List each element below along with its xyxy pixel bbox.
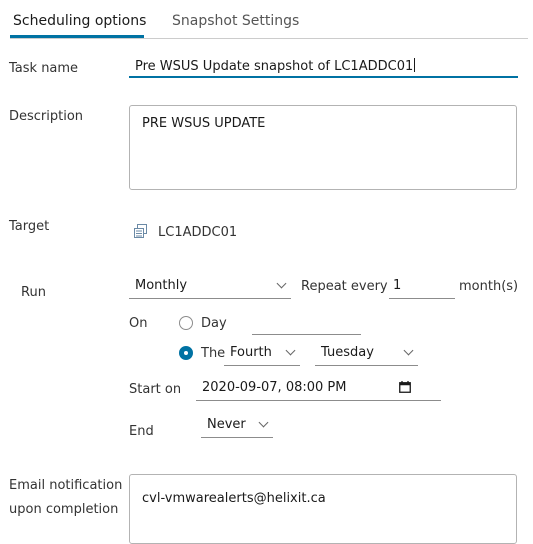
radio-the[interactable] <box>179 346 193 360</box>
email-notification-label: Email notification <box>9 478 123 493</box>
repeat-every-label: Repeat every <box>301 279 388 294</box>
tabs-divider <box>10 38 528 39</box>
chevron-down-icon <box>403 345 414 356</box>
week-ordinal-select[interactable]: Fourth <box>224 342 300 366</box>
chevron-down-icon <box>276 278 287 289</box>
repeat-every-input[interactable]: 1 <box>389 275 455 299</box>
on-label: On <box>129 316 148 331</box>
description-value: PRE WSUS UPDATE <box>142 116 266 131</box>
active-tab-indicator <box>10 35 144 38</box>
tab-snapshot-settings[interactable]: Snapshot Settings <box>172 13 299 29</box>
target-label: Target <box>9 219 50 234</box>
run-label: Run <box>21 285 46 300</box>
tab-scheduling-options[interactable]: Scheduling options <box>13 13 146 29</box>
start-on-label: Start on <box>129 382 182 397</box>
weekday-select[interactable]: Tuesday <box>315 342 418 366</box>
description-textarea[interactable]: PRE WSUS UPDATE <box>129 105 517 190</box>
start-on-input[interactable]: 2020-09-07, 08:00 PM <box>196 377 441 401</box>
radio-day-label: Day <box>201 316 227 331</box>
end-label: End <box>129 424 154 439</box>
end-select[interactable]: Never <box>201 414 273 438</box>
radio-day[interactable] <box>179 316 193 330</box>
weekday-value: Tuesday <box>321 345 374 360</box>
email-notification-textarea[interactable]: cvl-vmwarealerts@helixit.ca <box>129 474 517 544</box>
email-notification-value: cvl-vmwarealerts@helixit.ca <box>142 491 326 506</box>
chevron-down-icon <box>258 417 269 428</box>
repeat-every-value: 1 <box>393 278 402 293</box>
task-name-input[interactable]: Pre WSUS Update snapshot of LC1ADDC01 <box>129 56 518 78</box>
end-value: Never <box>207 417 246 432</box>
run-frequency-select[interactable]: Monthly <box>129 275 291 299</box>
target-value: LC1ADDC01 <box>158 225 238 240</box>
radio-the-label: The <box>201 346 226 361</box>
run-frequency-value: Monthly <box>135 278 188 293</box>
week-ordinal-value: Fourth <box>230 345 272 360</box>
description-label: Description <box>9 109 84 124</box>
task-name-value: Pre WSUS Update snapshot of LC1ADDC01 <box>135 59 414 74</box>
email-notification-label-line2: upon completion <box>9 502 119 517</box>
calendar-icon[interactable] <box>399 381 411 393</box>
chevron-down-icon <box>285 345 296 356</box>
text-cursor <box>414 58 416 72</box>
day-input[interactable] <box>252 311 361 335</box>
task-name-label: Task name <box>9 61 79 76</box>
start-on-value: 2020-09-07, 08:00 PM <box>202 380 347 395</box>
vm-icon <box>134 224 147 238</box>
repeat-unit-label: month(s) <box>459 279 519 294</box>
